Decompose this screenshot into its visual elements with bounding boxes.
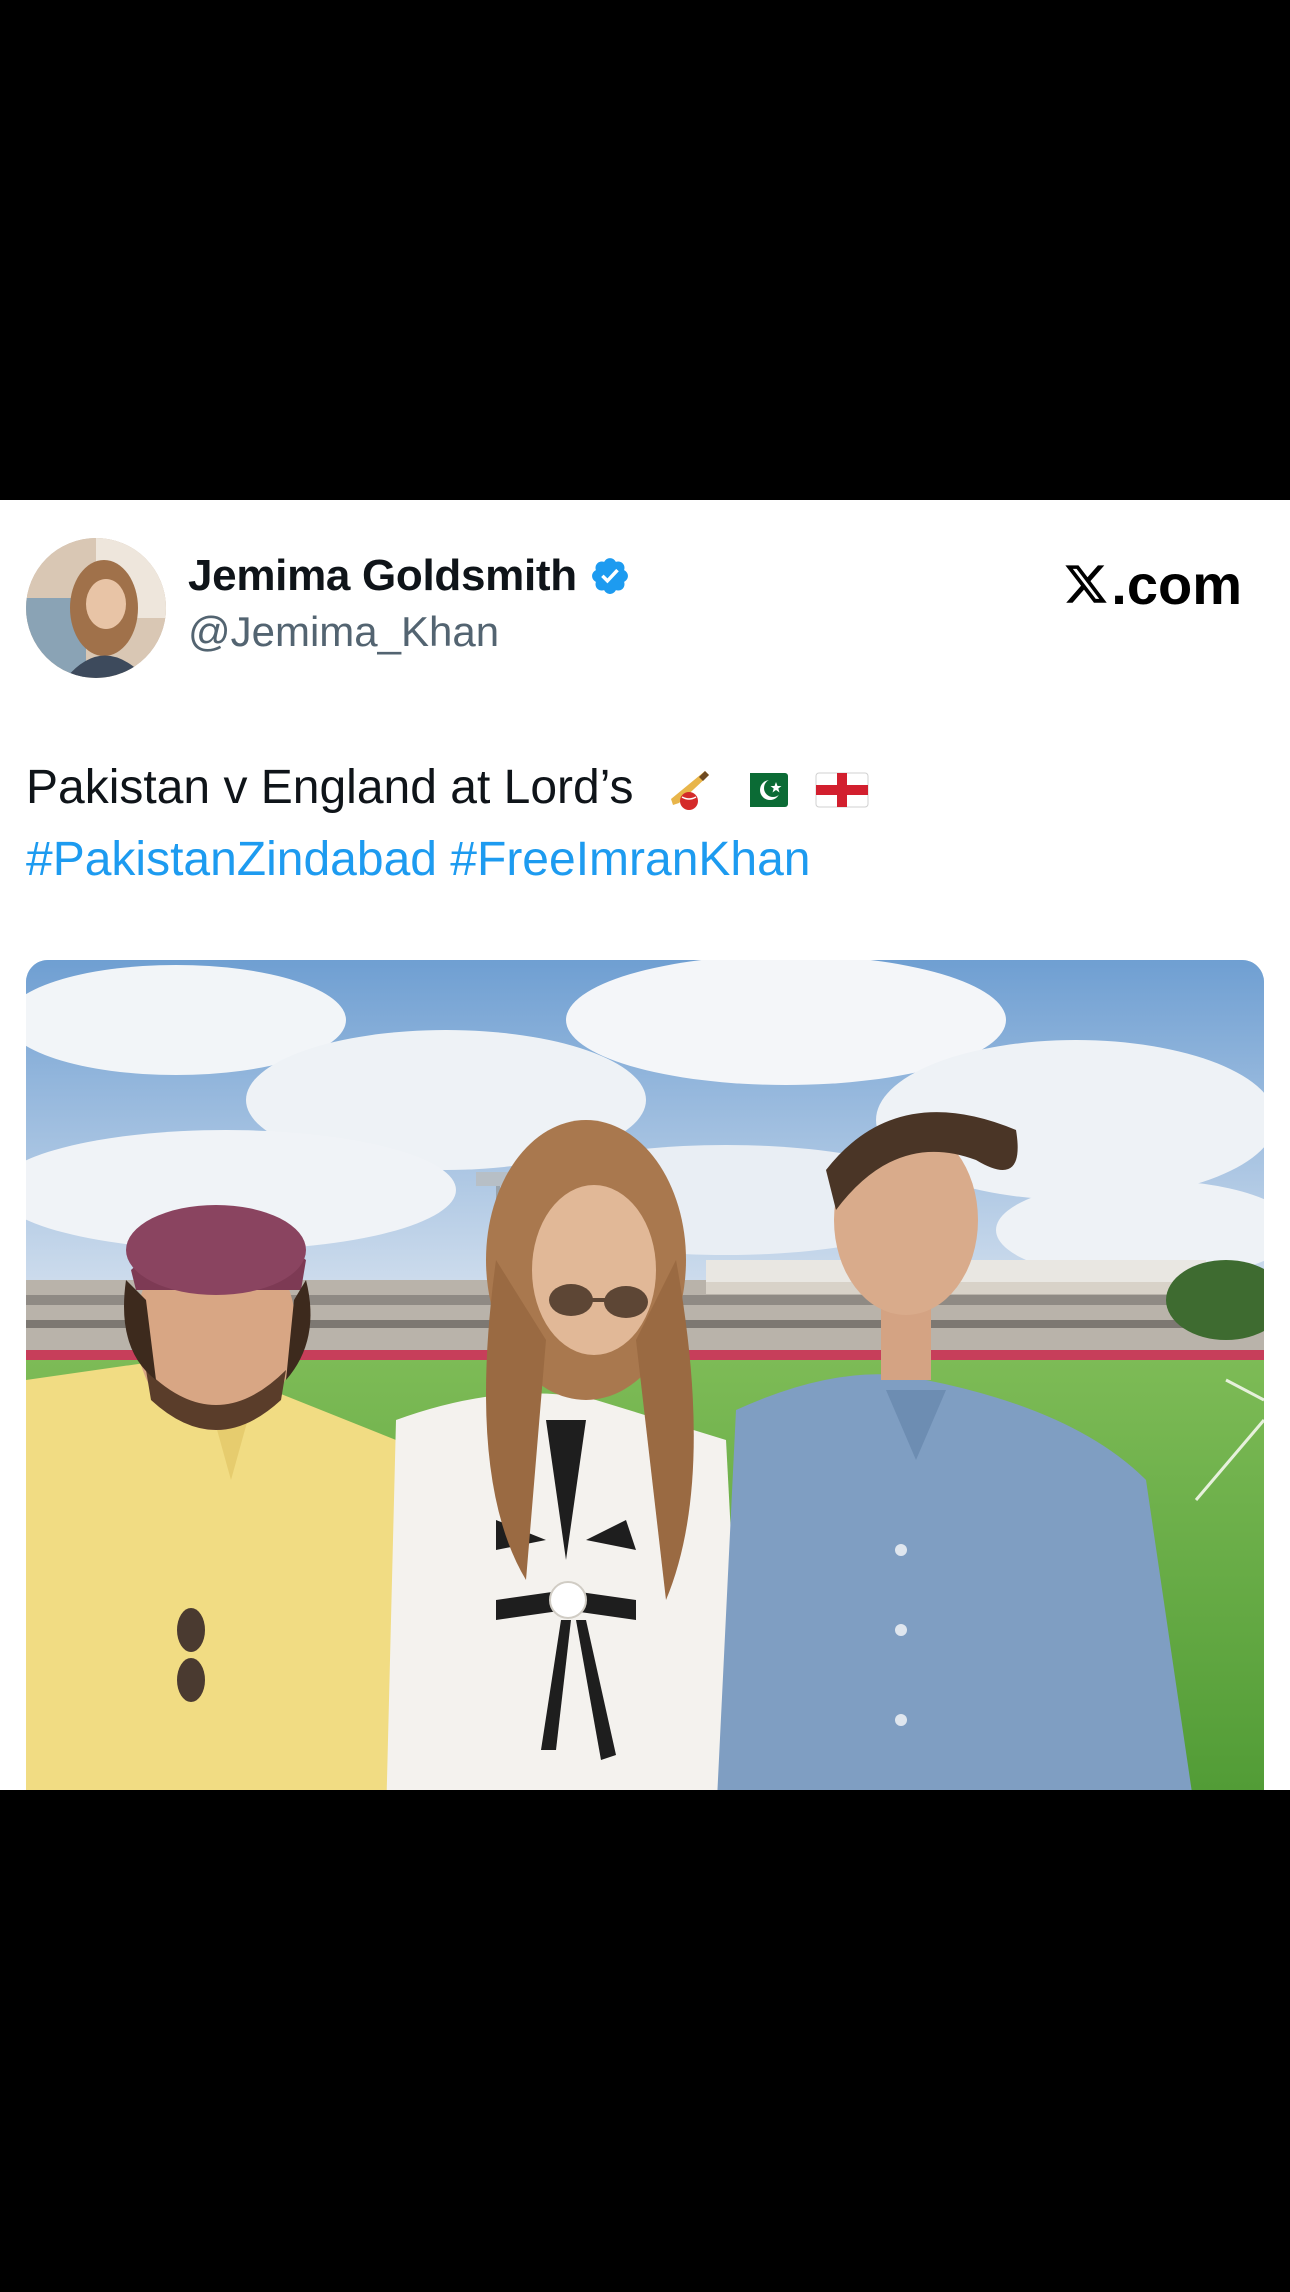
x-com-logo: .com: [1063, 552, 1242, 616]
tweet-photo[interactable]: [26, 960, 1264, 1790]
bottom-black-bar: [0, 1790, 1290, 2292]
avatar-photo: [26, 538, 166, 678]
top-black-bar: [0, 0, 1290, 500]
cricket-bat-icon: [670, 771, 709, 811]
tweet-text: Pakistan v England at Lord’s: [26, 761, 634, 814]
tweet-body: Pakistan v England at Lord’s #PakistanZi…: [26, 752, 1266, 896]
england-flag-icon: [815, 772, 869, 808]
hashtag-pakistanzindabad[interactable]: #PakistanZindabad: [26, 833, 437, 886]
tweet-hashtags-line: #PakistanZindabad #FreeImranKhan: [26, 824, 1266, 896]
author-handle[interactable]: @Jemima_Khan: [188, 608, 499, 656]
x-logo-icon: [1065, 565, 1108, 603]
verified-badge-icon: [591, 558, 628, 594]
pakistan-flag-icon: [736, 773, 789, 808]
photo-cricket-ground: [26, 960, 1264, 1790]
author-display-name[interactable]: Jemima Goldsmith: [188, 551, 577, 601]
hashtag-freeimrankhan[interactable]: #FreeImranKhan: [450, 833, 810, 886]
logo-domain-text: .com: [1111, 552, 1242, 616]
author-name-row: Jemima Goldsmith: [188, 546, 631, 606]
tweet-text-line-1: Pakistan v England at Lord’s: [26, 752, 1266, 824]
author-avatar[interactable]: [26, 538, 166, 678]
tweet-card[interactable]: Jemima Goldsmith @Jemima_Khan .com Pakis…: [0, 500, 1290, 1790]
